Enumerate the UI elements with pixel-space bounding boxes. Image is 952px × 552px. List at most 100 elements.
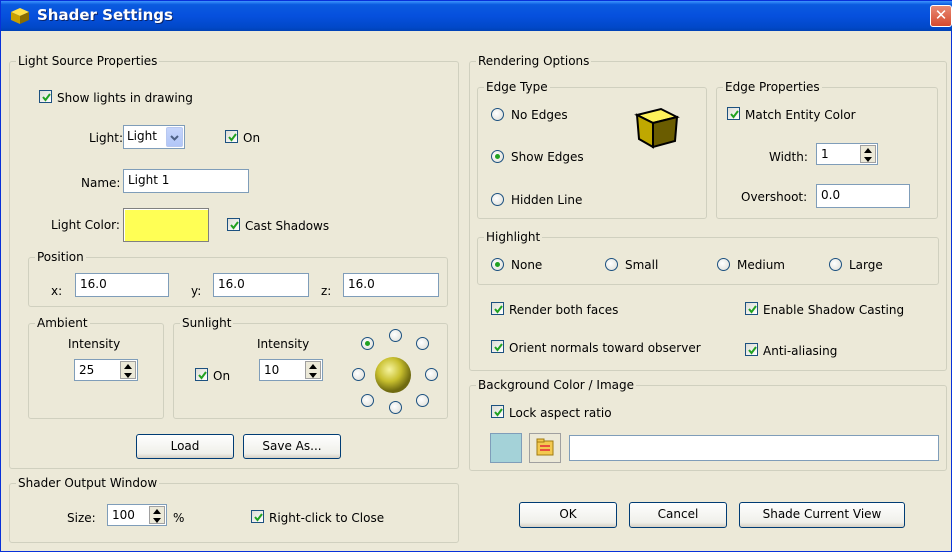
light-name-input[interactable]: Light 1: [123, 169, 249, 193]
sun-direction-nw[interactable]: [361, 337, 374, 350]
sunlight-intensity-label: Intensity: [257, 337, 310, 351]
match-entity-color-label: Match Entity Color: [745, 108, 856, 122]
z-label: z:: [321, 284, 332, 298]
y-label: y:: [191, 284, 202, 298]
x-label: x:: [51, 284, 63, 298]
highlight-none-label: None: [511, 258, 543, 272]
orient-normals-checkbox[interactable]: [491, 340, 504, 353]
show-edges-radio[interactable]: [491, 150, 504, 163]
enable-shadow-casting-checkbox[interactable]: [745, 302, 758, 315]
spinner-arrows-icon[interactable]: [149, 506, 165, 524]
sun-direction-selector: [349, 327, 438, 415]
sun-direction-s[interactable]: [389, 401, 402, 414]
close-button[interactable]: ✕: [930, 5, 952, 27]
title-bar[interactable]: Shader Settings ✕: [1, 1, 952, 31]
load-button[interactable]: Load: [136, 434, 234, 459]
edge-type-legend: Edge Type: [484, 80, 550, 94]
enable-shadow-casting-label: Enable Shadow Casting: [763, 303, 905, 317]
render-both-faces-label: Render both faces: [509, 303, 619, 317]
ok-button[interactable]: OK: [519, 502, 617, 528]
cast-shadows-checkbox[interactable]: [227, 218, 240, 231]
cast-shadows-label: Cast Shadows: [245, 219, 330, 233]
anti-aliasing-checkbox[interactable]: [745, 343, 758, 356]
light-color-label: Light Color:: [51, 218, 120, 232]
rendering-options-legend: Rendering Options: [476, 54, 592, 68]
size-spinner[interactable]: 100: [107, 504, 167, 526]
sun-direction-sw[interactable]: [361, 394, 374, 407]
spinner-arrows-icon[interactable]: [305, 361, 321, 379]
show-edges-label: Show Edges: [511, 150, 584, 164]
ambient-legend: Ambient: [35, 316, 90, 330]
sun-direction-se[interactable]: [416, 394, 429, 407]
window-title: Shader Settings: [37, 6, 173, 24]
light-select-value: Light: [127, 129, 157, 143]
light-source-legend: Light Source Properties: [16, 54, 160, 68]
highlight-small-label: Small: [625, 258, 659, 272]
sunlight-on-label: On: [213, 369, 231, 383]
sun-direction-ne[interactable]: [416, 337, 429, 350]
sun-direction-e[interactable]: [425, 368, 438, 381]
light-on-checkbox[interactable]: [225, 130, 238, 143]
lock-aspect-ratio-checkbox[interactable]: [491, 405, 504, 418]
shade-current-view-button[interactable]: Shade Current View: [739, 502, 905, 528]
position-legend: Position: [35, 250, 86, 264]
open-image-button[interactable]: [529, 433, 561, 463]
overshoot-input[interactable]: 0.0: [816, 184, 910, 208]
light-label: Light:: [89, 131, 123, 145]
right-click-close-checkbox[interactable]: [251, 510, 264, 523]
lock-aspect-ratio-label: Lock aspect ratio: [509, 406, 612, 420]
spinner-arrows-icon[interactable]: [120, 361, 136, 379]
background-color-swatch[interactable]: [490, 433, 522, 463]
match-entity-color-checkbox[interactable]: [727, 107, 740, 120]
edge-preview-cube-icon: [634, 107, 680, 149]
light-color-swatch[interactable]: [123, 208, 209, 242]
z-input[interactable]: 16.0: [343, 273, 439, 297]
light-select[interactable]: Light: [123, 125, 185, 149]
sunlight-intensity-value: 10: [264, 363, 280, 377]
highlight-legend: Highlight: [484, 230, 543, 244]
spinner-arrows-icon[interactable]: [860, 145, 876, 163]
overshoot-label: Overshoot:: [741, 190, 808, 204]
size-value: 100: [112, 508, 135, 522]
cube-icon: [11, 8, 29, 24]
y-input[interactable]: 16.0: [213, 273, 309, 297]
save-as-button[interactable]: Save As...: [243, 434, 341, 459]
no-edges-label: No Edges: [511, 108, 568, 122]
hidden-line-radio[interactable]: [491, 193, 504, 206]
right-click-close-label: Right-click to Close: [269, 511, 385, 525]
ambient-intensity-spinner[interactable]: 25: [74, 359, 138, 381]
folder-icon: [536, 438, 554, 456]
anti-aliasing-label: Anti-aliasing: [763, 344, 838, 358]
show-lights-checkbox[interactable]: [39, 90, 52, 103]
hidden-line-label: Hidden Line: [511, 193, 583, 207]
size-percent: %: [173, 511, 185, 525]
no-edges-radio[interactable]: [491, 108, 504, 121]
sun-direction-n[interactable]: [389, 329, 402, 342]
edge-properties-legend: Edge Properties: [723, 80, 822, 94]
highlight-large-radio[interactable]: [829, 258, 842, 271]
highlight-small-radio[interactable]: [605, 258, 618, 271]
name-label: Name:: [81, 176, 121, 190]
x-input[interactable]: 16.0: [75, 273, 169, 297]
light-on-label: On: [243, 131, 261, 145]
background-path-input[interactable]: [569, 435, 939, 461]
render-both-faces-checkbox[interactable]: [491, 302, 504, 315]
size-label: Size:: [67, 511, 96, 525]
background-legend: Background Color / Image: [476, 378, 636, 392]
sunlight-on-checkbox[interactable]: [195, 368, 208, 381]
highlight-none-radio[interactable]: [491, 258, 504, 271]
sunlight-intensity-spinner[interactable]: 10: [259, 359, 323, 381]
highlight-medium-radio[interactable]: [717, 258, 730, 271]
sun-direction-w[interactable]: [352, 368, 365, 381]
cancel-button[interactable]: Cancel: [629, 502, 727, 528]
width-label: Width:: [769, 150, 808, 164]
highlight-large-label: Large: [849, 258, 883, 272]
highlight-medium-label: Medium: [737, 258, 785, 272]
edge-width-value: 1: [821, 147, 829, 161]
edge-width-spinner[interactable]: 1: [816, 143, 878, 165]
shader-settings-dialog: Shader Settings ✕ Light Source Propertie…: [0, 0, 952, 552]
orient-normals-label: Orient normals toward observer: [509, 341, 701, 355]
shader-output-legend: Shader Output Window: [16, 476, 160, 490]
show-lights-label: Show lights in drawing: [57, 91, 193, 105]
chevron-down-icon[interactable]: [166, 127, 183, 147]
